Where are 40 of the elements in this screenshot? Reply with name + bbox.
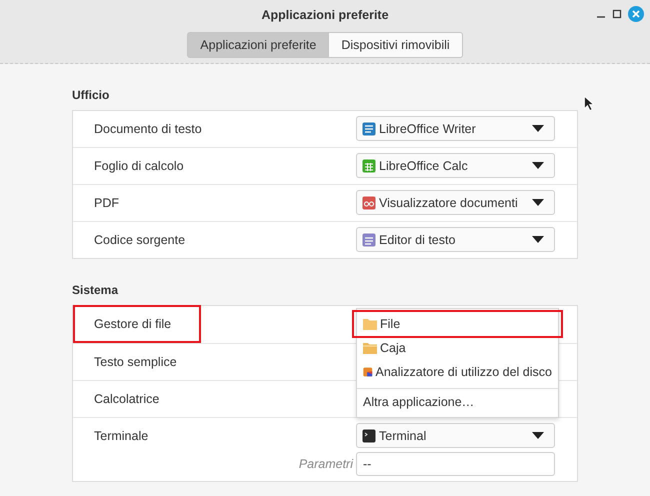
tab[interactable]: Dispositivi rimovibili <box>329 32 463 58</box>
row-label: Foglio di calcolo <box>93 158 185 175</box>
row-label: Codice sorgente <box>93 232 186 249</box>
folder-icon <box>363 342 377 354</box>
row-label: Calcolatrice <box>93 391 160 408</box>
section-heading: Sistema <box>72 283 120 297</box>
menu-item[interactable]: Analizzatore di utilizzo del disco <box>357 360 558 384</box>
parameters-field[interactable]: -- <box>356 452 555 476</box>
row-label: Gestore di file <box>73 305 202 343</box>
section-heading: Ufficio <box>72 88 110 102</box>
disk-usage-icon <box>363 365 373 379</box>
caret-icon <box>532 199 544 206</box>
caret-icon <box>532 236 544 243</box>
app-dropdown[interactable]: LibreOffice Calc <box>356 153 555 178</box>
terminal-icon <box>362 428 376 442</box>
app-dropdown[interactable]: Terminal <box>356 423 555 448</box>
app-dropdown[interactable]: LibreOffice Writer <box>356 116 555 141</box>
menu-item[interactable]: Caja <box>357 336 558 360</box>
folder-icon <box>363 318 377 330</box>
field-label: Parametri <box>298 457 353 471</box>
close-icon[interactable] <box>628 6 644 22</box>
text-editor-icon <box>362 232 376 246</box>
caret-icon <box>532 125 544 132</box>
menu-item[interactable]: File <box>354 312 561 336</box>
row-label: Testo semplice <box>93 354 178 371</box>
maximize-icon[interactable] <box>612 9 622 19</box>
document-icon <box>362 122 376 136</box>
row-label: Terminale <box>93 428 150 445</box>
caret-icon <box>532 432 544 439</box>
mouse-pointer-icon <box>584 96 594 111</box>
caret-icon <box>532 162 544 169</box>
app-dropdown[interactable]: Editor di testo <box>356 227 555 252</box>
menu-item[interactable]: Altra applicazione… <box>357 389 558 417</box>
window-title: Applicazioni preferite <box>261 8 389 22</box>
glasses-icon <box>362 196 376 210</box>
spreadsheet-icon <box>362 158 376 172</box>
tab[interactable]: Applicazioni preferite <box>187 32 330 58</box>
row-label: PDF <box>93 195 120 212</box>
row-label: Documento di testo <box>93 121 203 138</box>
app-dropdown[interactable]: Visualizzatore documenti <box>356 190 555 215</box>
